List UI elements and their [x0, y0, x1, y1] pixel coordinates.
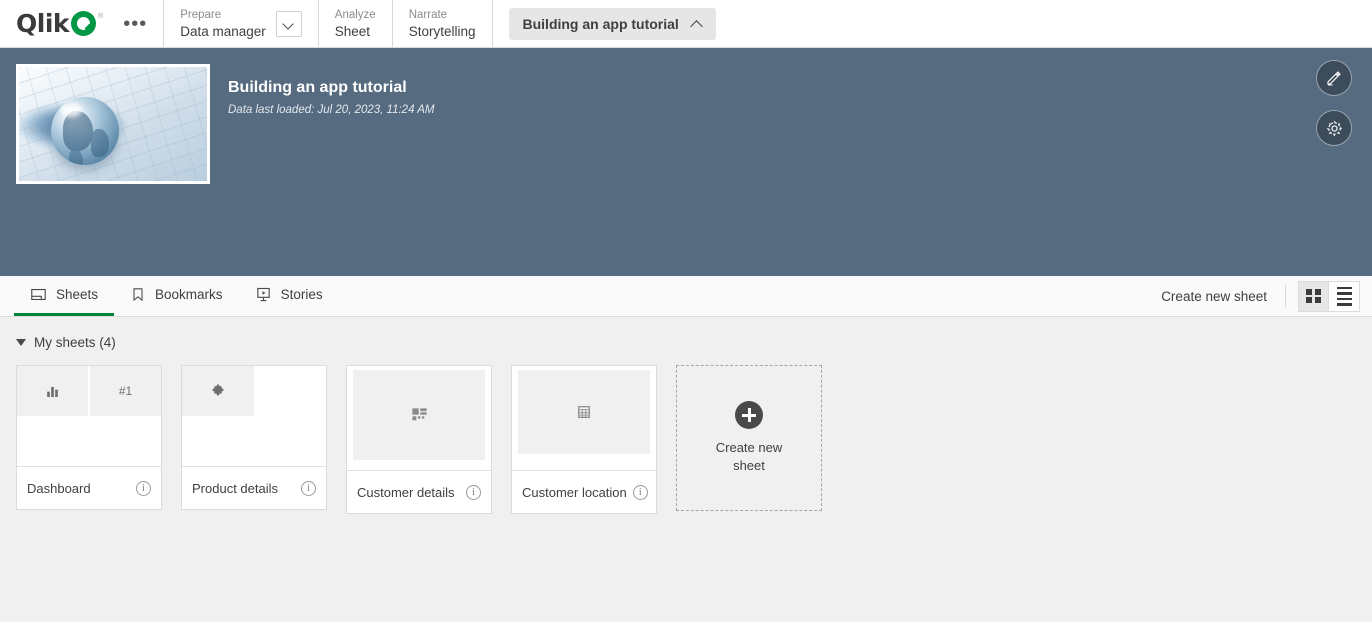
- app-thumbnail-image: [16, 64, 210, 184]
- tab-list: Sheets Bookmarks Stories: [0, 276, 339, 316]
- nav-group-prepare-labels: Prepare Data manager: [180, 8, 266, 40]
- sheet-card-customer-details[interactable]: Customer details i: [346, 365, 492, 514]
- kpi-label: #1: [118, 384, 133, 398]
- sheet-name: Customer details: [357, 484, 455, 500]
- grid-view-button[interactable]: [1298, 280, 1329, 312]
- caret-down-icon: [16, 339, 26, 346]
- app-banner: Building an app tutorial Data last loade…: [0, 48, 1372, 276]
- story-icon: [256, 287, 270, 302]
- app-selector-button[interactable]: Building an app tutorial: [508, 8, 716, 40]
- nav-kicker-prepare: Prepare: [180, 8, 222, 21]
- qlik-logo[interactable]: Qlik ®: [16, 11, 103, 36]
- tab-sheets-label: Sheets: [56, 287, 99, 302]
- sheets-content-area: My sheets (4) #1 Dashboard i Product det…: [0, 317, 1372, 622]
- trademark-symbol: ®: [98, 13, 104, 20]
- chevron-up-icon: [691, 19, 702, 30]
- app-title: Building an app tutorial: [228, 79, 407, 96]
- grid-view-icon: [1306, 288, 1321, 304]
- list-view-icon: [1336, 286, 1352, 306]
- nav-title-sheet: Sheet: [334, 23, 371, 39]
- sheet-card-product-details[interactable]: Product details i: [181, 365, 327, 510]
- app-banner-actions: [1316, 60, 1352, 146]
- nav-kicker-analyze: Analyze: [334, 8, 376, 21]
- nav-group-analyze[interactable]: Analyze Sheet: [319, 0, 392, 47]
- nav-group-analyze-labels: Analyze Sheet: [335, 8, 376, 40]
- globe-graphic: [51, 97, 119, 165]
- nav-divider: [491, 0, 493, 47]
- sheet-name: Customer location: [522, 484, 627, 500]
- create-new-sheet-card-label: Create new sheet: [716, 439, 782, 475]
- tab-bookmarks[interactable]: Bookmarks: [114, 276, 239, 316]
- tab-stories[interactable]: Stories: [239, 276, 339, 316]
- sheet-thumbnail: #1: [17, 366, 161, 466]
- app-settings-button[interactable]: [1316, 110, 1352, 146]
- qlik-wordmark: Qlik: [16, 9, 70, 38]
- info-icon[interactable]: i: [301, 480, 316, 496]
- sheet-name: Product details: [192, 480, 278, 496]
- tabbar-actions: Create new sheet: [1143, 276, 1372, 316]
- chevron-down-icon: [284, 19, 293, 28]
- bar-chart-icon: [17, 366, 88, 416]
- top-navigation-bar: Qlik ® ••• Prepare Data manager Analyze …: [0, 0, 1372, 48]
- qlik-q-mark-icon: [71, 11, 97, 36]
- info-icon[interactable]: i: [136, 480, 151, 496]
- filter-pane-icon: [353, 370, 485, 460]
- tab-sheets[interactable]: Sheets: [14, 276, 115, 316]
- edit-app-button[interactable]: [1316, 60, 1352, 96]
- sheet-icon: [31, 288, 46, 301]
- tab-stories-label: Stories: [280, 287, 323, 302]
- nav-title-data-manager: Data manager: [180, 23, 266, 39]
- table-icon: [518, 370, 650, 454]
- sheet-card-customer-location[interactable]: Customer location i: [511, 365, 657, 514]
- tab-bookmarks-label: Bookmarks: [155, 287, 223, 302]
- data-last-loaded-text: Data last loaded: Jul 20, 2023, 11:24 AM: [228, 104, 435, 116]
- sheet-thumbnail: [182, 366, 326, 466]
- nav-title-storytelling: Storytelling: [408, 23, 476, 39]
- sheet-card-footer: Customer location i: [512, 470, 656, 513]
- view-mode-toggle: [1298, 280, 1360, 312]
- kpi-object: #1: [90, 366, 161, 416]
- thumbnail-objects: #1: [17, 366, 161, 416]
- sheet-thumbnail: [347, 370, 491, 470]
- logo-area: Qlik ® •••: [0, 0, 163, 47]
- overflow-menu-button[interactable]: •••: [119, 14, 151, 34]
- nav-group-prepare[interactable]: Prepare Data manager: [164, 0, 318, 47]
- list-view-button[interactable]: [1329, 280, 1360, 312]
- plus-circle-icon: [735, 401, 763, 429]
- nav-group-narrate[interactable]: Narrate Storytelling: [393, 0, 492, 47]
- sheet-card-list: #1 Dashboard i Product details i Custome…: [16, 365, 1356, 514]
- info-icon[interactable]: i: [466, 484, 481, 500]
- gear-icon: [1326, 120, 1342, 136]
- info-icon[interactable]: i: [632, 484, 648, 500]
- nav-kicker-narrate: Narrate: [408, 8, 448, 21]
- my-sheets-section-header[interactable]: My sheets (4): [16, 335, 1356, 350]
- sheet-card-footer: Dashboard i: [17, 466, 161, 509]
- puzzle-icon: [182, 366, 254, 416]
- create-new-sheet-card[interactable]: Create new sheet: [676, 365, 822, 511]
- sheet-card-footer: Customer details i: [347, 470, 491, 513]
- create-label-line2: sheet: [733, 458, 765, 473]
- toolbar-divider: [1285, 285, 1286, 307]
- create-label-line1: Create new: [715, 440, 783, 455]
- app-banner-text: Building an app tutorial Data last loade…: [228, 64, 435, 260]
- sheet-card-footer: Product details i: [182, 466, 326, 509]
- nav-group-narrate-labels: Narrate Storytelling: [409, 8, 476, 40]
- sheet-name: Dashboard: [27, 480, 91, 496]
- create-new-sheet-link[interactable]: Create new sheet: [1143, 289, 1285, 304]
- sheet-thumbnail: [512, 370, 656, 470]
- prepare-dropdown-button[interactable]: [275, 10, 302, 37]
- app-selector-label: Building an app tutorial: [522, 16, 679, 32]
- app-overview-tabbar: Sheets Bookmarks Stories Create new shee…: [0, 276, 1372, 317]
- bookmark-icon: [133, 288, 143, 302]
- pencil-icon: [1327, 71, 1341, 86]
- my-sheets-title: My sheets (4): [34, 335, 116, 350]
- sheet-card-dashboard[interactable]: #1 Dashboard i: [16, 365, 162, 510]
